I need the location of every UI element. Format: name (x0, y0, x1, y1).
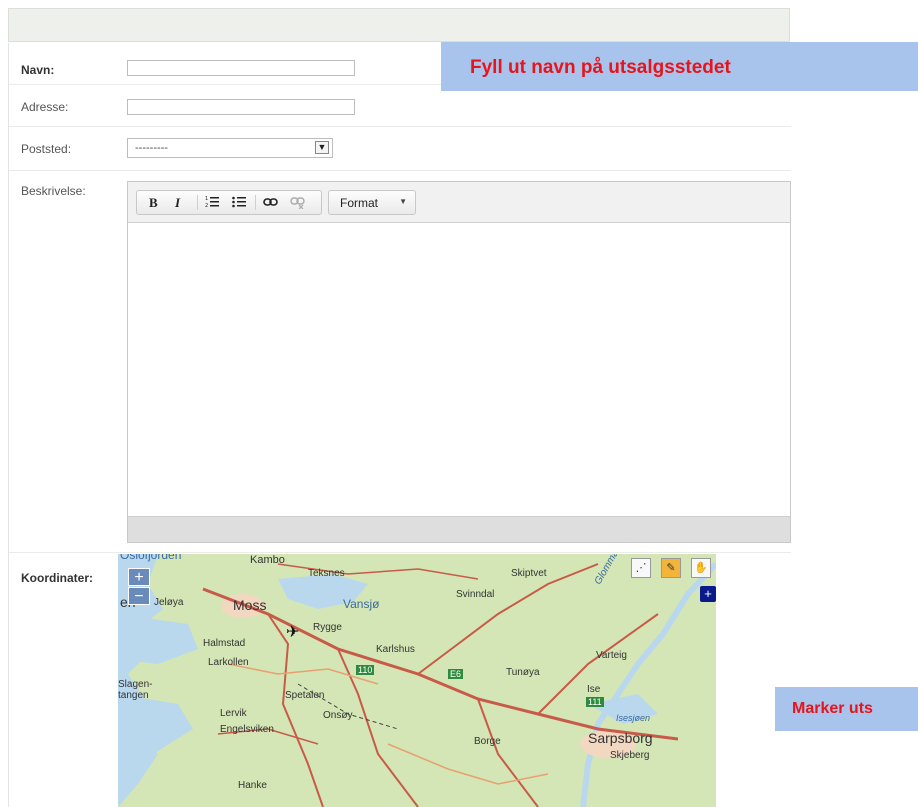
koordinater-label: Koordinater: (21, 571, 93, 585)
map-label: Skiptvet (511, 568, 547, 579)
navn-input[interactable] (127, 60, 355, 76)
svg-text:2: 2 (205, 203, 208, 209)
airport-icon: ✈ (286, 624, 300, 641)
map-label: Sarpsborg (588, 730, 653, 746)
map-canvas (118, 554, 716, 807)
navn-label: Navn: (21, 63, 55, 77)
road-number: E6 (448, 669, 464, 679)
format-dropdown-label: Format (340, 196, 379, 210)
map-label: Halmstad (203, 638, 246, 649)
poststed-label: Poststed: (21, 142, 72, 156)
adresse-input[interactable] (127, 99, 355, 115)
map-label: Moss (233, 597, 267, 613)
poststed-select[interactable]: --------- ▼ (127, 138, 333, 158)
draw-pencil-icon[interactable]: ✎ (661, 558, 681, 578)
map-label: Slagen-tangen (118, 679, 153, 701)
map-label: Skjeberg (610, 750, 650, 761)
map-label: Lervik (220, 708, 247, 719)
bold-button[interactable]: B (149, 195, 158, 211)
adresse-label: Adresse: (21, 100, 69, 114)
ordered-list-icon[interactable]: 12 (205, 195, 219, 212)
editor-statusbar (128, 516, 790, 542)
map-label: Tunøya (506, 667, 540, 678)
map-label: Rygge (313, 622, 342, 633)
map-label: Hanke (238, 780, 267, 791)
map-label: Ise (587, 684, 601, 695)
map-label: Karlshus (376, 644, 415, 655)
format-dropdown[interactable]: Format ▼ (328, 190, 416, 215)
editor-toolbar: B I 12 Format ▼ (128, 182, 790, 223)
road-number: 111 (586, 697, 604, 707)
add-marker-icon[interactable]: + (700, 586, 716, 602)
unordered-list-icon[interactable] (232, 195, 246, 212)
caret-down-icon: ▼ (399, 197, 407, 206)
select-area-icon[interactable]: ⋰ (631, 558, 651, 578)
map-label: Onsøy (323, 710, 353, 721)
map-label: Isesjøen (616, 713, 651, 723)
italic-button[interactable]: I (175, 195, 180, 211)
map-label: Teksnes (308, 568, 345, 579)
editor-content-area[interactable] (128, 223, 790, 516)
zoom-out-button[interactable]: − (128, 587, 150, 605)
svg-text:1: 1 (205, 196, 208, 202)
map-label: Borge (474, 736, 501, 747)
callout-name-hint: Fyll ut navn på utsalgsstedet (441, 42, 918, 91)
map-label: Larkollen (208, 657, 249, 668)
field-row-adresse: Adresse: (9, 85, 791, 127)
map-label: Oslofjorden (120, 554, 182, 562)
toolbar-format-group: B I 12 (136, 190, 322, 215)
beskrivelse-label: Beskrivelse: (21, 184, 86, 198)
callout-marker-hint: Marker uts (775, 687, 918, 731)
unlink-icon[interactable] (290, 195, 305, 212)
field-row-poststed: Poststed: --------- ▼ (9, 127, 791, 171)
field-row-beskrivelse: Beskrivelse: B I 12 Format ▼ (9, 171, 791, 553)
zoom-in-button[interactable]: + (128, 568, 150, 586)
map-label: Varteig (596, 650, 627, 661)
poststed-selected-value: --------- (135, 142, 168, 154)
top-bar (8, 8, 790, 42)
location-map[interactable]: Oslofjorden en Kambo Teksnes Skiptvet Sv… (118, 554, 716, 807)
link-icon[interactable] (263, 195, 278, 212)
map-label: Spetalen (285, 690, 325, 701)
map-label: Vansjø (343, 597, 380, 611)
road-number: 110 (356, 665, 375, 675)
pan-hand-icon[interactable]: ✋ (691, 558, 711, 578)
rich-text-editor: B I 12 Format ▼ (127, 181, 791, 543)
map-label: Jeløya (154, 597, 184, 608)
map-label: Engelsviken (220, 724, 274, 735)
map-label: Svinndal (456, 589, 495, 600)
map-label: Kambo (250, 554, 285, 566)
chevron-down-icon[interactable]: ▼ (315, 141, 329, 154)
